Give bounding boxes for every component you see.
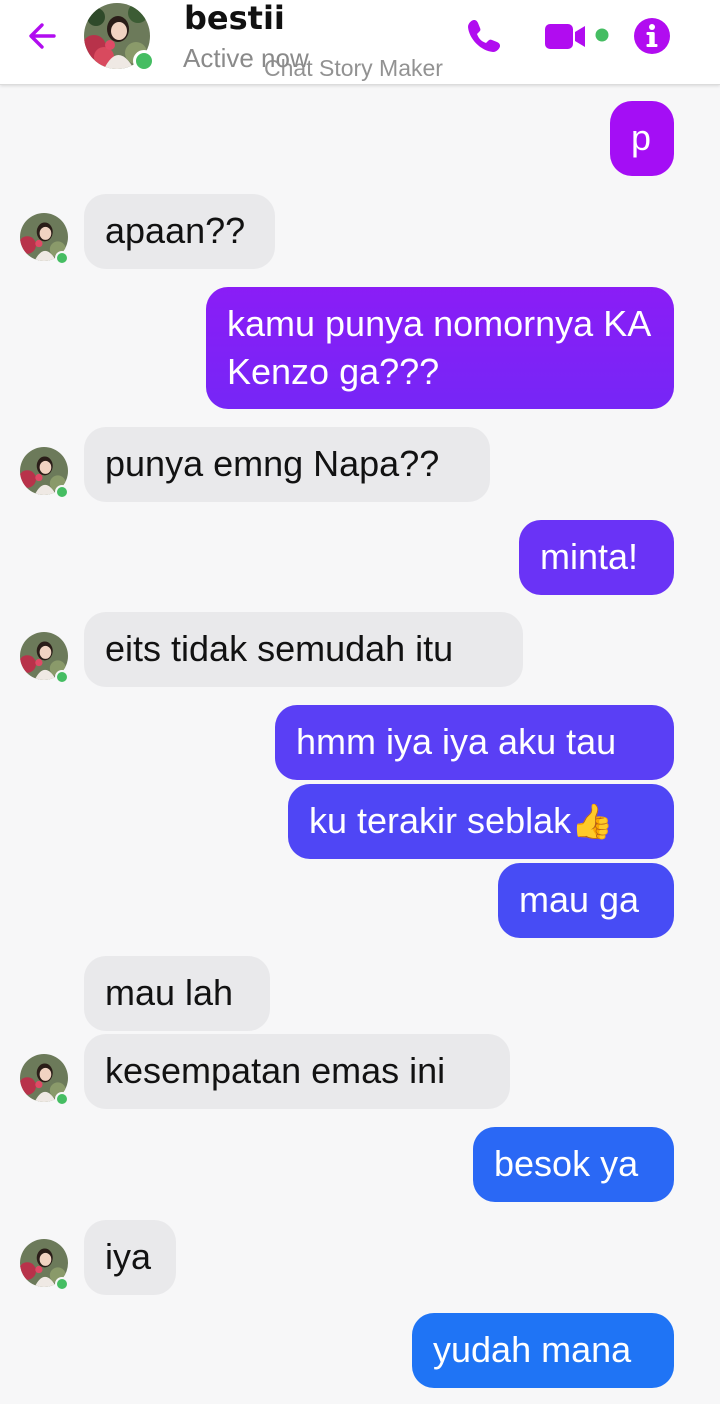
message-text: iya bbox=[105, 1236, 152, 1277]
chat-screen: bestii Active now Chat Story Maker p apa… bbox=[0, 0, 720, 1404]
online-indicator bbox=[55, 670, 69, 684]
arrow-left-icon bbox=[29, 23, 56, 49]
back-button[interactable] bbox=[22, 14, 66, 58]
sent-message-bubble[interactable]: kamu punya nomornya KA Kenzo ga??? bbox=[206, 287, 674, 409]
received-message-bubble[interactable]: punya emng Napa?? bbox=[84, 427, 490, 502]
chat-header: bestii Active now Chat Story Maker bbox=[0, 0, 720, 85]
message-text: mau ga bbox=[519, 879, 640, 920]
online-indicator bbox=[55, 1092, 69, 1106]
received-message-bubble[interactable]: kesempatan emas ini bbox=[84, 1034, 510, 1109]
received-message-bubble[interactable]: eits tidak semudah itu bbox=[84, 612, 523, 687]
received-message-bubble[interactable]: iya bbox=[84, 1220, 176, 1295]
contact-name[interactable]: bestii bbox=[184, 0, 285, 38]
message-text: yudah mana bbox=[433, 1329, 632, 1370]
online-indicator bbox=[133, 50, 155, 72]
message-text: eits tidak semudah itu bbox=[105, 628, 454, 669]
voice-call-button[interactable] bbox=[462, 14, 506, 58]
message-text: ku terakir seblak bbox=[309, 800, 572, 841]
sent-message-bubble[interactable]: minta! bbox=[519, 520, 674, 595]
received-message-bubble[interactable]: mau lah bbox=[84, 956, 270, 1031]
sent-message-bubble[interactable]: hmm iya iya aku tau bbox=[275, 705, 674, 780]
message-text: kamu punya nomornya KA Kenzo ga??? bbox=[227, 303, 650, 392]
watermark: Chat Story Maker bbox=[264, 55, 443, 81]
video-call-button[interactable] bbox=[540, 14, 614, 58]
video-camera-icon bbox=[545, 24, 609, 49]
received-message-bubble[interactable]: apaan?? bbox=[84, 194, 275, 269]
phone-icon bbox=[468, 20, 500, 52]
message-text: hmm iya iya aku tau bbox=[296, 721, 617, 762]
thumbs-up-icon: 👍 bbox=[571, 802, 614, 842]
sent-message-bubble[interactable]: besok ya bbox=[473, 1127, 674, 1202]
message-text: mau lah bbox=[105, 972, 234, 1013]
sent-message-bubble[interactable]: mau ga bbox=[498, 863, 674, 938]
message-text: apaan?? bbox=[105, 210, 246, 251]
online-indicator bbox=[55, 1277, 69, 1291]
message-text: punya emng Napa?? bbox=[105, 443, 440, 484]
online-indicator bbox=[55, 251, 69, 265]
info-icon bbox=[634, 18, 670, 54]
message-text: besok ya bbox=[494, 1143, 639, 1184]
info-button[interactable] bbox=[630, 14, 674, 58]
message-text: kesempatan emas ini bbox=[105, 1050, 446, 1091]
online-indicator bbox=[55, 485, 69, 499]
sent-message-bubble[interactable]: ku terakir seblak👍 bbox=[288, 784, 674, 859]
sent-message-bubble[interactable]: yudah mana bbox=[412, 1313, 674, 1388]
message-text: p bbox=[631, 117, 652, 158]
sent-message-bubble[interactable]: p bbox=[610, 101, 674, 176]
message-text: minta! bbox=[540, 536, 639, 577]
